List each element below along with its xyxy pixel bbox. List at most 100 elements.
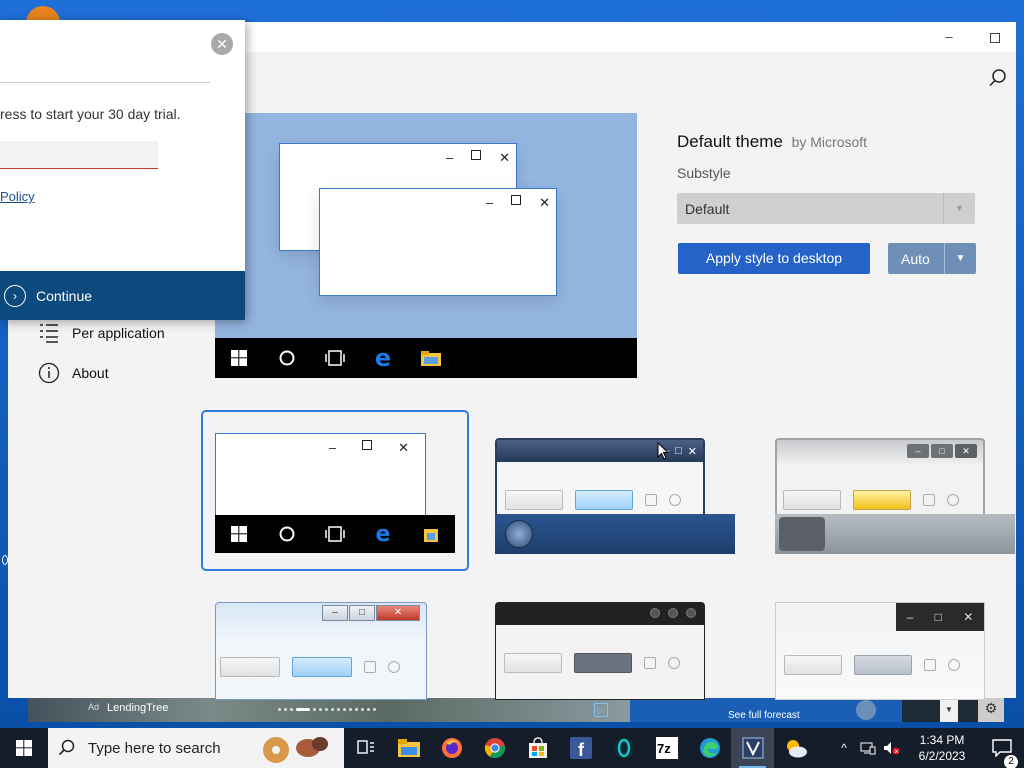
auto-button-label: Auto: [901, 251, 930, 267]
notification-count-badge: 2: [1004, 755, 1018, 768]
volume-muted-icon[interactable]: ✕: [880, 728, 904, 768]
edge-icon[interactable]: [688, 728, 731, 768]
start-button-icon: [779, 517, 825, 551]
thumbnail-taskbar: [495, 514, 735, 554]
thumbnail-window: –□✕: [215, 602, 427, 700]
close-icon: ✕: [398, 440, 409, 455]
taskbar-search-box[interactable]: Type here to search: [48, 728, 344, 768]
scroll-down-icon[interactable]: ▼: [940, 698, 958, 722]
firefox-icon[interactable]: [430, 728, 473, 768]
chevron-down-icon[interactable]: ▼: [944, 243, 976, 274]
settings-gear-icon[interactable]: ⚙: [978, 698, 1004, 722]
privacy-policy-link[interactable]: Policy: [0, 189, 35, 204]
background-browser-window: Ad LendingTree ▷ See full forecast ▼ ⚙: [28, 698, 1004, 722]
preview-window-front: – ✕: [319, 188, 557, 296]
continue-button[interactable]: › Continue: [0, 271, 245, 320]
facebook-icon[interactable]: f: [559, 728, 602, 768]
windows-logo-icon: [16, 740, 32, 756]
windows-logo-icon: [215, 338, 263, 378]
close-icon: ✕: [499, 150, 510, 165]
file-explorer-icon[interactable]: [387, 728, 430, 768]
windows-taskbar: Type here to search f 7z ^ ✕ 1:34 PM 6/2…: [0, 728, 1024, 768]
microsoft-store-icon[interactable]: [516, 728, 559, 768]
maximize-icon: [471, 150, 482, 160]
svg-text:✕: ✕: [894, 750, 899, 756]
theme-author: by Microsoft: [791, 134, 868, 150]
svg-text:f: f: [578, 740, 585, 759]
cortana-circle-icon: [263, 526, 311, 542]
weather-widget[interactable]: See full forecast: [630, 698, 902, 722]
system-clock[interactable]: 1:34 PM 6/2/2023: [904, 732, 980, 764]
nav-per-application-label: Per application: [72, 325, 165, 341]
thumbnail-taskbar: e: [215, 515, 455, 553]
donut-search-highlight-icon: [263, 737, 328, 763]
windowblinds-taskbar-icon[interactable]: [731, 728, 774, 768]
weather-app-icon[interactable]: [774, 728, 817, 768]
chevron-right-icon: ›: [4, 284, 26, 307]
minimize-button[interactable]: –: [926, 22, 972, 52]
style-thumbnail-windows10[interactable]: – ✕ e: [215, 433, 455, 553]
pinned-apps: f 7z: [344, 728, 817, 768]
start-button[interactable]: [0, 728, 48, 768]
style-thumbnail-vista[interactable]: – □ ✕: [215, 602, 455, 700]
search-icon: [58, 739, 75, 756]
system-tray: ^ ✕ 1:34 PM 6/2/2023 2: [832, 728, 1024, 768]
show-hidden-icons-chevron-icon[interactable]: ^: [832, 728, 856, 768]
mouse-cursor-icon: [657, 441, 670, 465]
info-icon: [38, 362, 60, 384]
task-view-icon: [311, 526, 359, 542]
ad-text: LendingTree: [107, 702, 169, 714]
7zip-icon[interactable]: 7z: [645, 728, 688, 768]
minimize-icon: –: [445, 150, 454, 165]
action-center-button[interactable]: 2: [980, 739, 1024, 768]
email-field[interactable]: [0, 141, 158, 169]
style-thumbnail-dark-mac[interactable]: [495, 602, 735, 700]
dialog-message: ress to start your 30 day trial.: [0, 106, 181, 122]
chrome-icon[interactable]: [473, 728, 516, 768]
folder-icon: [407, 526, 455, 542]
clock-time: 1:34 PM: [919, 733, 965, 747]
close-dialog-button[interactable]: ✕: [211, 33, 233, 55]
thumbnail-window: –□✕: [775, 602, 985, 700]
edge-legacy-icon: e: [374, 344, 392, 372]
substyle-dropdown[interactable]: Default ▼: [677, 193, 975, 224]
style-thumbnail-win7-silver[interactable]: – □ ✕: [775, 438, 1015, 554]
forecast-link[interactable]: See full forecast: [728, 710, 800, 721]
preview-taskbar: e: [215, 338, 637, 378]
search-icon[interactable]: [986, 66, 1010, 90]
thumbnail-taskbar: [775, 514, 1015, 554]
carousel-dots[interactable]: [278, 708, 376, 711]
style-thumbnail-win7-dark[interactable]: –□✕: [495, 438, 735, 554]
task-view-icon: [311, 338, 359, 378]
maximize-button[interactable]: [972, 22, 1018, 52]
ad-tag: Ad: [88, 702, 100, 712]
dialog-divider: [0, 82, 210, 83]
task-view-button[interactable]: [344, 728, 387, 768]
thumbnail-window: [495, 602, 705, 700]
start-orb-icon: [505, 520, 533, 548]
theme-preview: – ✕ – ✕ e: [215, 113, 637, 378]
nav-per-application[interactable]: Per application: [38, 322, 165, 344]
continue-label: Continue: [36, 287, 93, 304]
windows-logo-icon: [215, 526, 263, 542]
nav-about[interactable]: About: [38, 362, 109, 384]
cortana-circle-icon: [263, 338, 311, 378]
apply-style-button[interactable]: Apply style to desktop: [678, 243, 870, 274]
close-icon: ✕: [539, 195, 550, 210]
clock-date: 6/2/2023: [918, 749, 966, 763]
ad-banner[interactable]: Ad LendingTree: [88, 702, 168, 714]
trial-dialog: ✕ ress to start your 30 day trial. Polic…: [0, 20, 245, 320]
nav-about-label: About: [72, 365, 109, 381]
style-thumbnail-dark-titlebar[interactable]: – □ ✕: [775, 602, 1015, 700]
list-icon: [38, 322, 60, 344]
network-icon[interactable]: [856, 728, 880, 768]
minimize-icon: –: [485, 195, 494, 210]
auto-split-button[interactable]: Auto ▼: [888, 243, 976, 274]
opera-gx-icon[interactable]: [602, 728, 645, 768]
weather-icon: [856, 700, 876, 720]
theme-name: Default theme: [677, 132, 783, 151]
ad-choices-icon[interactable]: ▷: [594, 703, 608, 717]
folder-icon: [407, 338, 455, 378]
maximize-icon: [362, 440, 373, 450]
chevron-down-icon: ▼: [943, 193, 975, 224]
